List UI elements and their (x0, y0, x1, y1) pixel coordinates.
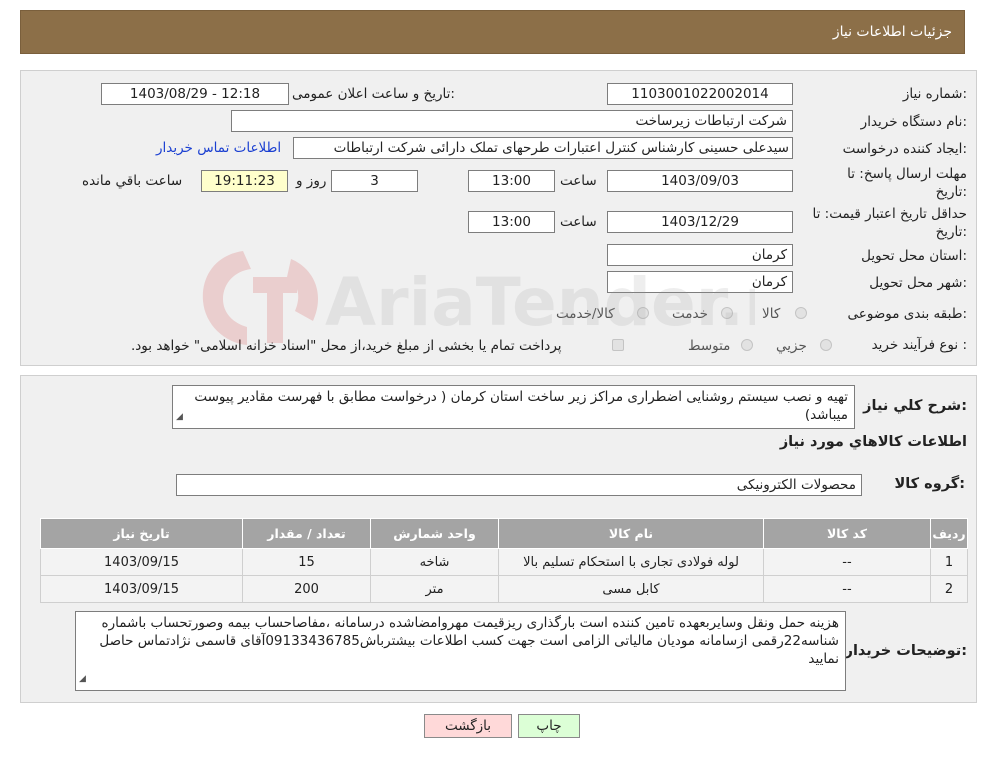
goods-table-header: رديف کد کالا نام کالا واحد شمارش تعداد /… (40, 518, 968, 549)
creator-field: سیدعلی حسینی کارشناس کنترل اعتبارات طرحه… (293, 137, 793, 159)
category-label: طبقه بندی موضوعی: (847, 306, 967, 322)
cell-unit: شاخه (370, 548, 499, 576)
deadline-time-field: 13:00 (468, 170, 555, 192)
need-number-label: شماره نیاز: (902, 86, 967, 102)
cell-name: لوله فولادی تجاری با استحکام تسلیم بالا (498, 548, 764, 576)
cell-row: 1 (930, 548, 968, 576)
announce-datetime-field: 1403/08/29 - 12:18 (101, 83, 289, 105)
process-type-label: نوع فرآیند خرید : (871, 337, 967, 353)
category-goods-radio[interactable] (795, 307, 807, 319)
deadline-hour-label: ساعت (560, 173, 597, 189)
remaining-time-field: 19:11:23 (201, 170, 288, 192)
announce-label: تاریخ و ساعت اعلان عمومی: (292, 86, 455, 102)
page-title: جزئیات اطلاعات نیاز (832, 24, 952, 40)
validity-label: حداقل تاریخ اعتبار قیمت: تا (812, 206, 967, 222)
goods-group-label: گروه کالا: (894, 476, 965, 492)
deadline-label-2: تاریخ: (935, 184, 967, 200)
description-textarea[interactable]: تهیه و نصب سیستم روشنایی اضطراری مراکز ز… (172, 385, 855, 429)
cell-date: 1403/09/15 (40, 575, 243, 603)
process-medium-radio[interactable] (741, 339, 753, 351)
buyer-notes-textarea[interactable]: هزینه حمل ونقل وسایربعهده تامین کننده اس… (75, 611, 846, 691)
cell-code: -- (763, 548, 931, 576)
goods-group-field: محصولات الکترونیکی (176, 474, 862, 496)
buyer-contact-link[interactable]: اطلاعات تماس خریدار (156, 140, 281, 156)
cell-unit: متر (370, 575, 499, 603)
col-row-header: رديف (930, 518, 968, 549)
buyer-org-label: نام دستگاه خریدار: (860, 114, 967, 130)
creator-label: ایجاد کننده درخواست: (842, 141, 967, 157)
days-label: روز و (296, 173, 327, 189)
validity-date-field: 1403/12/29 (607, 211, 793, 233)
description-label: شرح کلي نياز: (863, 398, 967, 414)
goods-table: رديف کد کالا نام کالا واحد شمارش تعداد /… (40, 518, 968, 603)
process-medium-label: متوسط (688, 338, 731, 354)
remaining-time-label: ساعت باقي مانده (82, 173, 183, 189)
col-code-header: کد کالا (763, 518, 931, 549)
days-remaining-field: 3 (331, 170, 418, 192)
cell-row: 2 (930, 575, 968, 603)
process-minor-label: جزیي (776, 338, 807, 354)
cell-date: 1403/09/15 (40, 548, 243, 576)
province-field: کرمان (607, 244, 793, 266)
table-row: 1 -- لوله فولادی تجاری با استحکام تسلیم … (40, 548, 968, 576)
category-goods-service-radio[interactable] (637, 307, 649, 319)
validity-time-field: 13:00 (468, 211, 555, 233)
buyer-notes-text: هزینه حمل ونقل وسایربعهده تامین کننده اس… (99, 615, 839, 667)
category-goods-label: کالا (762, 306, 781, 322)
buyer-notes-label: توضیحات خریدار: (844, 643, 967, 659)
goods-section-title: اطلاعات کالاهاي مورد نياز (779, 434, 967, 450)
col-date-header: تاريخ نياز (40, 518, 243, 549)
cell-code: -- (763, 575, 931, 603)
process-minor-radio[interactable] (820, 339, 832, 351)
cell-name: کابل مسی (498, 575, 764, 603)
back-button[interactable]: بازگشت (424, 714, 512, 738)
need-number-field: 1103001022002014 (607, 83, 793, 105)
deadline-label: مهلت ارسال پاسخ: تا (847, 166, 967, 182)
print-button[interactable]: چاپ (518, 714, 580, 738)
col-qty-header: تعداد / مقدار (242, 518, 371, 549)
treasury-payment-checkbox[interactable] (612, 339, 624, 351)
resize-grip-icon[interactable]: ◢ (79, 670, 86, 688)
category-service-radio[interactable] (721, 307, 733, 319)
cell-qty: 15 (242, 548, 371, 576)
validity-hour-label: ساعت (560, 214, 597, 230)
cell-qty: 200 (242, 575, 371, 603)
col-unit-header: واحد شمارش (370, 518, 499, 549)
col-name-header: نام کالا (498, 518, 764, 549)
category-goods-service-label: کالا/خدمت (556, 306, 615, 322)
city-label: شهر محل تحویل: (869, 275, 967, 291)
table-row: 2 -- کابل مسی متر 200 1403/09/15 (40, 575, 968, 603)
treasury-payment-note: پرداخت تمام یا بخشی از مبلغ خرید،از محل … (131, 338, 562, 354)
resize-grip-icon[interactable]: ◢ (176, 408, 183, 426)
category-service-label: خدمت (672, 306, 708, 322)
description-text: تهیه و نصب سیستم روشنایی اضطراری مراکز ز… (194, 389, 848, 423)
page-header: جزئیات اطلاعات نیاز (20, 10, 965, 54)
validity-label-2: تاریخ: (935, 224, 967, 240)
city-field: کرمان (607, 271, 793, 293)
deadline-date-field: 1403/09/03 (607, 170, 793, 192)
province-label: استان محل تحویل: (861, 248, 967, 264)
buyer-org-field: شرکت ارتباطات زیرساخت (231, 110, 793, 132)
